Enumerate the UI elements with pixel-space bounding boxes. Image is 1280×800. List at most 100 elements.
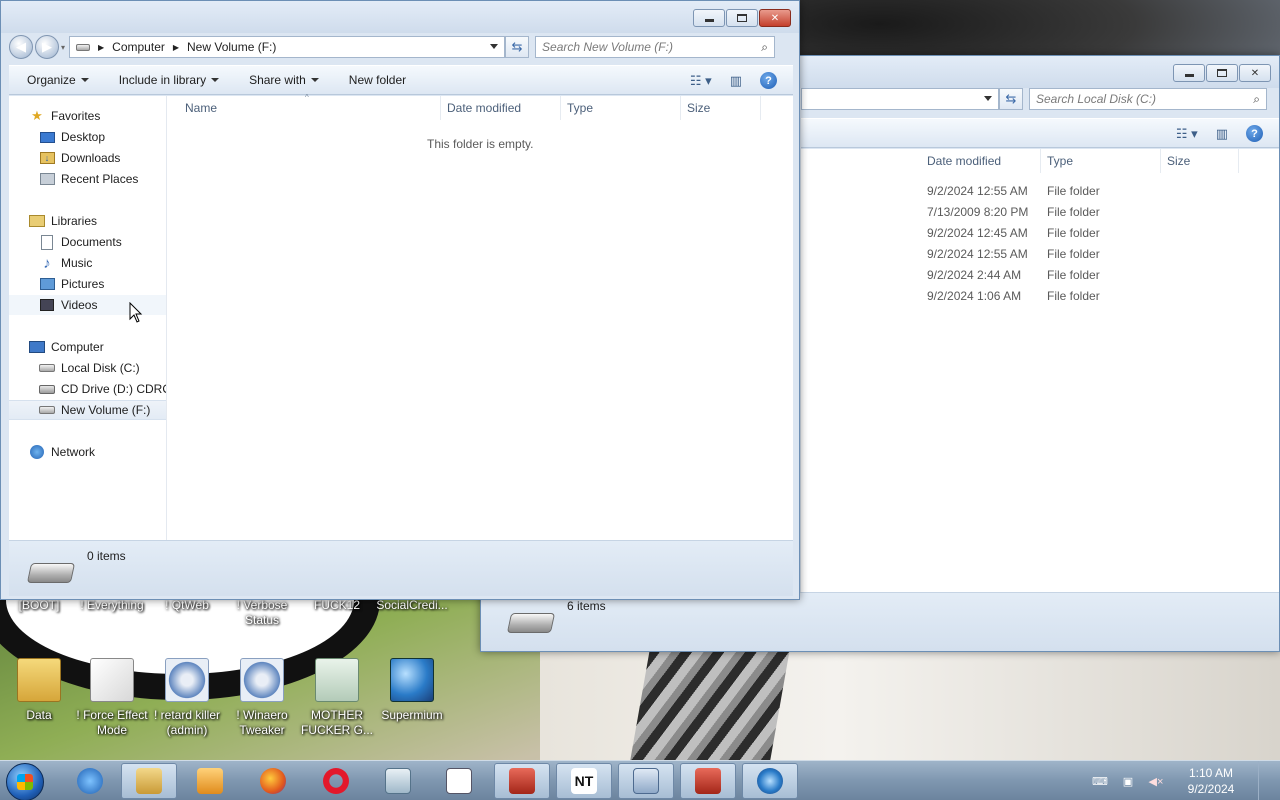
nav-favorites[interactable]: ★ Favorites — [9, 106, 166, 126]
table-row[interactable]: 7/13/2009 8:20 PM File folder — [927, 201, 1100, 222]
taskbar-media-player[interactable] — [182, 763, 238, 799]
desktop-icon-label: Data — [26, 708, 52, 722]
start-button[interactable] — [6, 763, 44, 800]
desktop-icon-force-effect-mode[interactable]: ! Force Effect Mode — [73, 658, 151, 738]
preview-pane-icon[interactable]: ▥ — [1216, 126, 1228, 142]
nav-network[interactable]: Network — [9, 442, 166, 462]
breadcrumb-new-volume[interactable]: New Volume (F:) — [187, 40, 276, 54]
nav-computer[interactable]: Computer — [9, 337, 166, 357]
column-header-type[interactable]: Type — [1041, 149, 1161, 173]
show-desktop-button[interactable] — [1258, 761, 1270, 800]
table-row[interactable]: 9/2/2024 1:06 AM File folder — [927, 285, 1100, 306]
taskbar-file[interactable] — [431, 763, 487, 799]
table-row[interactable]: 9/2/2024 12:45 AM File folder — [927, 222, 1100, 243]
desktop-label-boot[interactable]: [BOOT] — [0, 598, 78, 613]
help-icon[interactable]: ? — [760, 72, 777, 89]
nav-downloads[interactable]: ↓ Downloads — [9, 148, 166, 168]
table-row[interactable]: 9/2/2024 2:44 AM File folder — [927, 264, 1100, 285]
nav-pictures[interactable]: Pictures — [9, 274, 166, 294]
back-button[interactable]: ◀ — [9, 35, 33, 59]
desktop-icon-retard-killer[interactable]: ! retard killer (admin) — [148, 658, 226, 738]
search-input[interactable]: Search Local Disk (C:) ⌕ — [1029, 88, 1267, 110]
breadcrumb-separator-icon[interactable]: ▶ — [98, 43, 104, 52]
explorer-window-new-volume[interactable]: ✕ ◀ ▶ ▾ ▶ Computer ▶ New Volume (F:) ⇆ S… — [0, 0, 800, 600]
breadcrumb-separator-icon[interactable]: ▶ — [173, 43, 179, 52]
taskbar-explorer[interactable] — [121, 763, 177, 799]
column-header-type[interactable]: Type — [561, 96, 681, 120]
taskbar-toolbox-1[interactable] — [494, 763, 550, 799]
row-date: 9/2/2024 2:44 AM — [927, 267, 1022, 282]
taskbar-supermium[interactable] — [742, 763, 798, 799]
nav-desktop[interactable]: Desktop — [9, 127, 166, 147]
forward-button[interactable]: ▶ — [35, 35, 59, 59]
address-bar[interactable]: ▶ Computer ▶ New Volume (F:) — [69, 36, 506, 58]
desktop-label-everything[interactable]: ! Everything — [73, 598, 151, 613]
column-header-date-modified[interactable]: Date modified — [921, 149, 1041, 173]
table-row[interactable]: 9/2/2024 12:55 AM File folder — [927, 243, 1100, 264]
search-input[interactable]: Search New Volume (F:) ⌕ — [535, 36, 776, 58]
recent-pages-chevron-icon[interactable]: ▾ — [61, 43, 65, 52]
desktop-label-socialcredit[interactable]: SocialCredi... — [373, 598, 451, 613]
taskbar-firefox[interactable] — [245, 763, 301, 799]
view-options-icon[interactable]: ☷ ▾ — [690, 73, 712, 89]
breadcrumb-computer[interactable]: Computer — [112, 40, 165, 54]
minimize-button[interactable] — [1173, 64, 1205, 82]
nav-libraries[interactable]: Libraries — [9, 211, 166, 231]
column-header-size[interactable]: Size — [681, 96, 761, 120]
include-in-library-menu[interactable]: Include in library — [118, 73, 220, 87]
clock[interactable]: 1:10 AM 9/2/2024 — [1176, 765, 1246, 797]
desktop-label-fuck12[interactable]: FUCK12 — [298, 598, 376, 613]
table-row[interactable]: 9/2/2024 12:55 AM File folder — [927, 180, 1100, 201]
nav-videos[interactable]: Videos — [9, 295, 166, 315]
refresh-button[interactable]: ⇆ — [505, 36, 530, 58]
maximize-button[interactable] — [726, 9, 758, 27]
share-with-menu[interactable]: Share with — [249, 73, 319, 87]
desktop-icon-mother-fucker[interactable]: MOTHER FUCKER G... — [298, 658, 376, 738]
desktop-icon-label: Supermium — [381, 708, 443, 722]
nav-music[interactable]: ♪ Music — [9, 253, 166, 273]
network-status-icon[interactable]: ▣ — [1120, 774, 1136, 788]
taskbar-app-window[interactable] — [370, 763, 426, 799]
close-button[interactable]: ✕ — [759, 9, 791, 27]
organize-menu[interactable]: Organize — [27, 73, 89, 87]
close-button[interactable]: ✕ — [1239, 64, 1271, 82]
taskbar-ntpwedit[interactable]: NT — [556, 763, 612, 799]
chevron-down-icon[interactable] — [984, 96, 992, 101]
include-in-library-label: Include in library — [118, 73, 207, 87]
desktop-label-verbose-status[interactable]: ! Verbose Status — [223, 598, 301, 628]
nav-documents[interactable]: Documents — [9, 232, 166, 252]
address-bar[interactable] — [801, 88, 999, 110]
chevron-down-icon[interactable] — [490, 44, 499, 49]
nav-cd-drive[interactable]: CD Drive (D:) CDROM — [9, 379, 166, 399]
preview-pane-icon[interactable]: ▥ — [730, 73, 742, 89]
maximize-button[interactable] — [1206, 64, 1238, 82]
nav-local-disk[interactable]: Local Disk (C:) — [9, 358, 166, 378]
help-icon[interactable]: ? — [1246, 125, 1263, 142]
desktop-icon-winaero-tweaker[interactable]: ! Winaero Tweaker — [223, 658, 301, 738]
keyboard-icon[interactable]: ⌨ — [1092, 774, 1108, 788]
desktop-label-qtweb[interactable]: ! QtWeb — [148, 598, 226, 613]
view-options-icon[interactable]: ☷ ▾ — [1176, 126, 1198, 142]
file-list: ^ Name Date modified Type Size This fold… — [167, 93, 793, 540]
column-header-size[interactable]: Size — [1161, 149, 1239, 173]
taskbar-opera[interactable] — [308, 763, 364, 799]
folder-icon — [136, 768, 162, 794]
desktop-icon-data[interactable]: Data — [0, 658, 78, 723]
nav-recent-places[interactable]: Recent Places — [9, 169, 166, 189]
taskbar-calculator[interactable] — [618, 763, 674, 799]
new-folder-button[interactable]: New folder — [349, 73, 406, 87]
file-icon — [446, 768, 472, 794]
title-bar[interactable]: ✕ — [1, 1, 799, 33]
search-icon: ⌕ — [1253, 92, 1260, 106]
nav-new-volume[interactable]: New Volume (F:) — [9, 400, 166, 420]
videos-icon — [40, 299, 54, 311]
column-header-name[interactable]: Name — [167, 96, 441, 120]
column-header-date-modified[interactable]: Date modified — [441, 96, 561, 120]
desktop-icon-supermium[interactable]: Supermium — [373, 658, 451, 723]
taskbar-internet-explorer[interactable] — [62, 763, 118, 799]
minimize-button[interactable] — [693, 9, 725, 27]
refresh-button[interactable]: ⇆ — [999, 88, 1023, 110]
taskbar-toolbox-2[interactable] — [680, 763, 736, 799]
address-row: ◀ ▶ ▾ ▶ Computer ▶ New Volume (F:) ⇆ Sea… — [9, 34, 793, 60]
volume-muted-icon[interactable]: ◀× — [1148, 774, 1164, 788]
